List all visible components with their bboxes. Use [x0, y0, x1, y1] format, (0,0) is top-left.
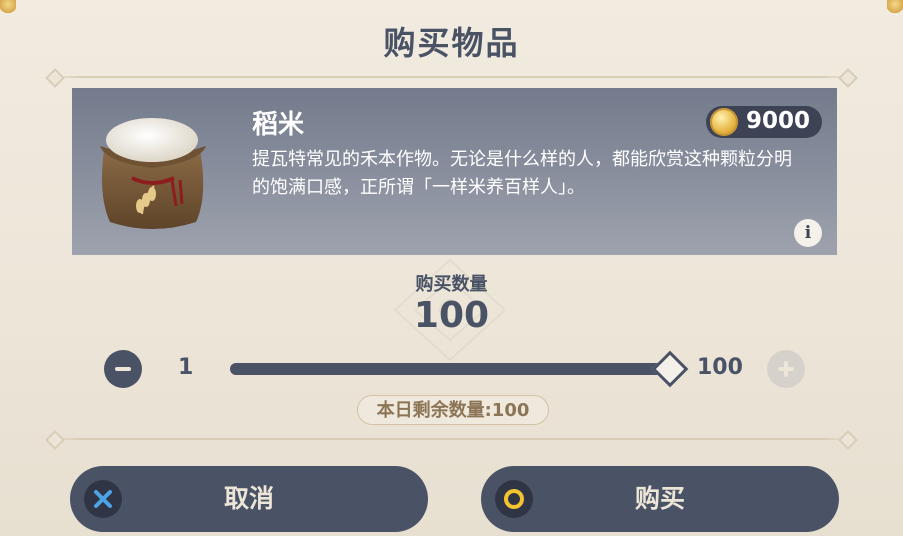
rice-sack-icon	[100, 118, 206, 229]
price-value: 9000	[746, 108, 811, 134]
slider-fill	[230, 363, 670, 375]
corner-ornament-left	[0, 0, 16, 14]
price-badge: 9000	[706, 106, 822, 138]
purchase-dialog: 购买物品 稻米 提瓦特常见的禾本作物。无论是什么样的人，都能欣赏这种颗粒分明的饱…	[0, 0, 903, 536]
info-icon[interactable]: i	[794, 219, 822, 247]
divider-top	[48, 76, 855, 78]
quantity-slider[interactable]	[230, 363, 670, 375]
dialog-title: 购买物品	[383, 24, 520, 62]
item-card: 稻米 提瓦特常见的禾本作物。无论是什么样的人，都能欣赏这种颗粒分明的饱满口感，正…	[72, 88, 837, 255]
slider-max-label: 100	[697, 355, 743, 380]
item-description: 提瓦特常见的禾本作物。无论是什么样的人，都能欣赏这种颗粒分明的饱满口感，正所谓「…	[252, 149, 792, 198]
item-name: 稻米	[252, 110, 305, 140]
divider-bottom	[48, 438, 855, 440]
increase-quantity-button[interactable]	[767, 350, 805, 388]
slider-min-label: 1	[178, 355, 194, 380]
slider-handle[interactable]	[651, 350, 689, 388]
cancel-button-label: 取消	[223, 484, 274, 513]
mora-coin-icon	[710, 108, 738, 136]
remaining-quantity-badge: 本日剩余数量:100	[357, 395, 549, 425]
buy-button[interactable]: 购买	[481, 466, 839, 532]
corner-ornament-right	[887, 0, 903, 14]
cancel-button[interactable]: 取消	[70, 466, 428, 532]
quantity-value: 100	[413, 295, 490, 336]
buy-button-label: 购买	[634, 484, 685, 513]
decrease-quantity-button[interactable]	[104, 350, 142, 388]
quantity-label: 购买数量	[415, 274, 488, 295]
